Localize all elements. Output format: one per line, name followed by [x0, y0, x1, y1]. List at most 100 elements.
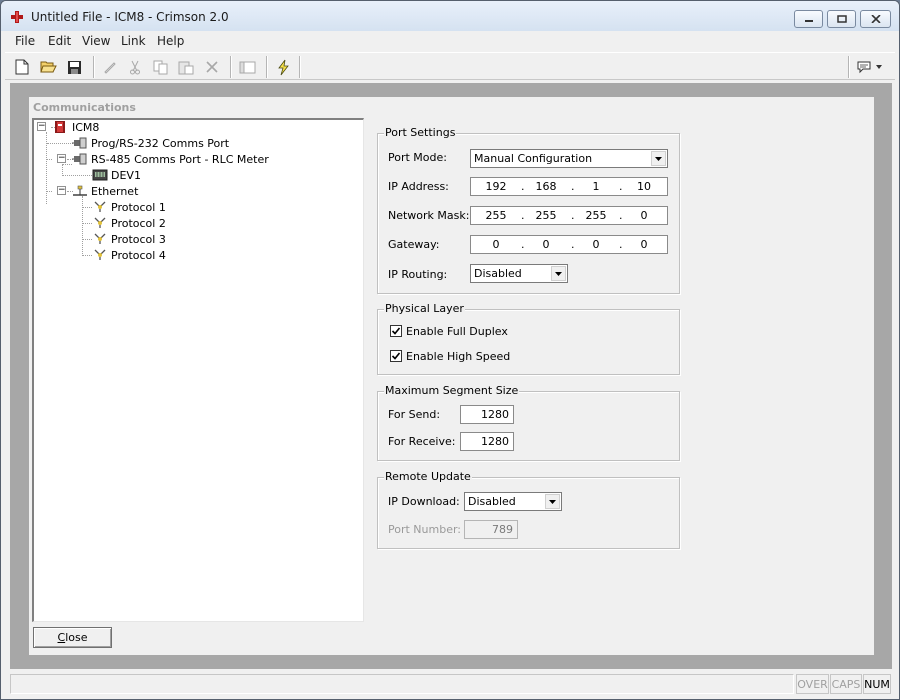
tree-connector	[82, 255, 92, 256]
ip-routing-label: IP Routing:	[388, 268, 448, 281]
mask-octet[interactable]: 255	[481, 209, 511, 222]
high-speed-label[interactable]: Enable High Speed	[406, 350, 510, 363]
ip-octet[interactable]: 168	[531, 180, 561, 193]
send-size-input[interactable]: 1280	[460, 405, 514, 424]
tree-item-prog-port[interactable]: Prog/RS-232 Comms Port	[91, 137, 229, 150]
group-title: Port Settings	[384, 126, 457, 139]
tree-item-protocol-3[interactable]: Protocol 3	[111, 233, 166, 246]
paste-button[interactable]	[176, 57, 196, 77]
serial-port-icon	[72, 153, 87, 165]
port-mode-select[interactable]: Manual Configuration	[470, 149, 668, 168]
tree-item-ethernet[interactable]: Ethernet	[91, 185, 138, 198]
tree-connector	[62, 164, 72, 165]
network-mask-input[interactable]: 255. 255. 255. 0	[470, 206, 668, 225]
close-window-button[interactable]	[860, 10, 891, 28]
port-mode-label: Port Mode:	[388, 151, 447, 164]
collapse-toggle-icon[interactable]: −	[57, 186, 66, 195]
ip-dot: .	[571, 180, 575, 193]
gateway-label: Gateway:	[388, 238, 440, 251]
dropdown-arrow[interactable]	[651, 151, 666, 166]
tree-connector	[82, 207, 92, 208]
protocol-icon	[94, 249, 106, 260]
tree-item-rs485-port[interactable]: RS-485 Comms Port - RLC Meter	[91, 153, 269, 166]
gateway-octet[interactable]: 0	[531, 238, 561, 251]
menu-bar: File Edit View Link Help	[1, 31, 899, 51]
port-mode-value: Manual Configuration	[474, 152, 593, 165]
full-duplex-label[interactable]: Enable Full Duplex	[406, 325, 508, 338]
toolbar-separator	[93, 56, 95, 78]
protocol-icon	[94, 217, 106, 228]
tree-item-protocol-1[interactable]: Protocol 1	[111, 201, 166, 214]
copy-button[interactable]	[150, 57, 170, 77]
menu-help[interactable]: Help	[157, 34, 184, 48]
high-speed-checkbox[interactable]	[390, 350, 402, 362]
copy-icon	[153, 60, 167, 74]
ip-address-label: IP Address:	[388, 180, 449, 193]
mask-octet[interactable]: 0	[629, 209, 659, 222]
ip-octet[interactable]: 10	[629, 180, 659, 193]
tree-item-protocol-4[interactable]: Protocol 4	[111, 249, 166, 262]
tree-item-icm8[interactable]: ICM8	[72, 121, 99, 134]
mask-octet[interactable]: 255	[531, 209, 561, 222]
menu-view[interactable]: View	[82, 34, 110, 48]
icm8-device-icon	[55, 121, 65, 133]
balloon-help-button[interactable]	[855, 57, 885, 77]
open-file-button[interactable]	[38, 57, 58, 77]
pencil-icon	[104, 62, 116, 74]
serial-port-icon	[72, 137, 87, 149]
ip-dot: .	[619, 238, 623, 251]
port-settings-group: Port Settings Port Mode: Manual Configur…	[377, 126, 680, 294]
chevron-down-icon	[555, 271, 562, 276]
physical-layer-group: Physical Layer Enable Full Duplex Enable…	[377, 302, 680, 375]
group-title: Physical Layer	[384, 302, 465, 315]
gateway-octet[interactable]: 0	[629, 238, 659, 251]
group-title: Remote Update	[384, 470, 472, 483]
ip-dot: .	[619, 180, 623, 193]
meter-device-icon	[92, 169, 108, 181]
mask-octet[interactable]: 255	[581, 209, 611, 222]
collapse-toggle-icon[interactable]: −	[57, 154, 66, 163]
gateway-input[interactable]: 0. 0. 0. 0	[470, 235, 668, 254]
menu-file[interactable]: File	[15, 34, 35, 48]
ip-address-input[interactable]: 192. 168. 1. 10	[470, 177, 668, 196]
gateway-octet[interactable]: 0	[581, 238, 611, 251]
for-receive-label: For Receive:	[388, 435, 456, 448]
ip-octet[interactable]: 192	[481, 180, 511, 193]
ip-download-label: IP Download:	[388, 495, 460, 508]
cut-button[interactable]	[125, 57, 145, 77]
new-file-button[interactable]	[12, 57, 32, 77]
maximize-button[interactable]	[827, 10, 856, 28]
ethernet-network-icon	[73, 185, 87, 196]
minimize-button[interactable]	[794, 10, 823, 28]
link-send-button[interactable]	[273, 57, 293, 77]
full-duplex-checkbox[interactable]	[390, 325, 402, 337]
title-bar: Untitled File - ICM8 - Crimson 2.0	[1, 1, 899, 31]
chevron-down-icon	[549, 499, 556, 504]
save-file-button[interactable]	[64, 57, 84, 77]
toolbar-separator	[299, 56, 301, 78]
gateway-octet[interactable]: 0	[481, 238, 511, 251]
delete-button[interactable]	[202, 57, 222, 77]
edit-button[interactable]	[100, 57, 120, 77]
network-mask-label: Network Mask:	[388, 209, 470, 222]
menu-link[interactable]: Link	[121, 34, 146, 48]
dropdown-arrow[interactable]	[545, 494, 560, 509]
collapse-toggle-icon[interactable]: −	[37, 122, 46, 131]
ip-octet[interactable]: 1	[581, 180, 611, 193]
tree-connector	[47, 143, 73, 144]
receive-size-input[interactable]: 1280	[460, 432, 514, 451]
scissors-icon	[130, 60, 140, 74]
ip-dot: .	[521, 238, 525, 251]
close-button[interactable]: Close	[33, 627, 112, 648]
toolbar-separator	[848, 56, 850, 78]
menu-edit[interactable]: Edit	[48, 34, 71, 48]
crimson-app-icon	[11, 11, 23, 23]
ip-routing-select[interactable]: Disabled	[470, 264, 568, 283]
dropdown-arrow[interactable]	[551, 266, 566, 281]
comms-tree[interactable]: − ICM8 Prog/RS-232 Comms Port − RS-485 C…	[32, 118, 364, 622]
tree-item-dev1[interactable]: DEV1	[111, 169, 141, 182]
panel-toggle-button[interactable]	[237, 57, 257, 77]
ip-download-select[interactable]: Disabled	[464, 492, 562, 511]
tree-item-protocol-2[interactable]: Protocol 2	[111, 217, 166, 230]
ip-routing-value: Disabled	[474, 267, 522, 280]
